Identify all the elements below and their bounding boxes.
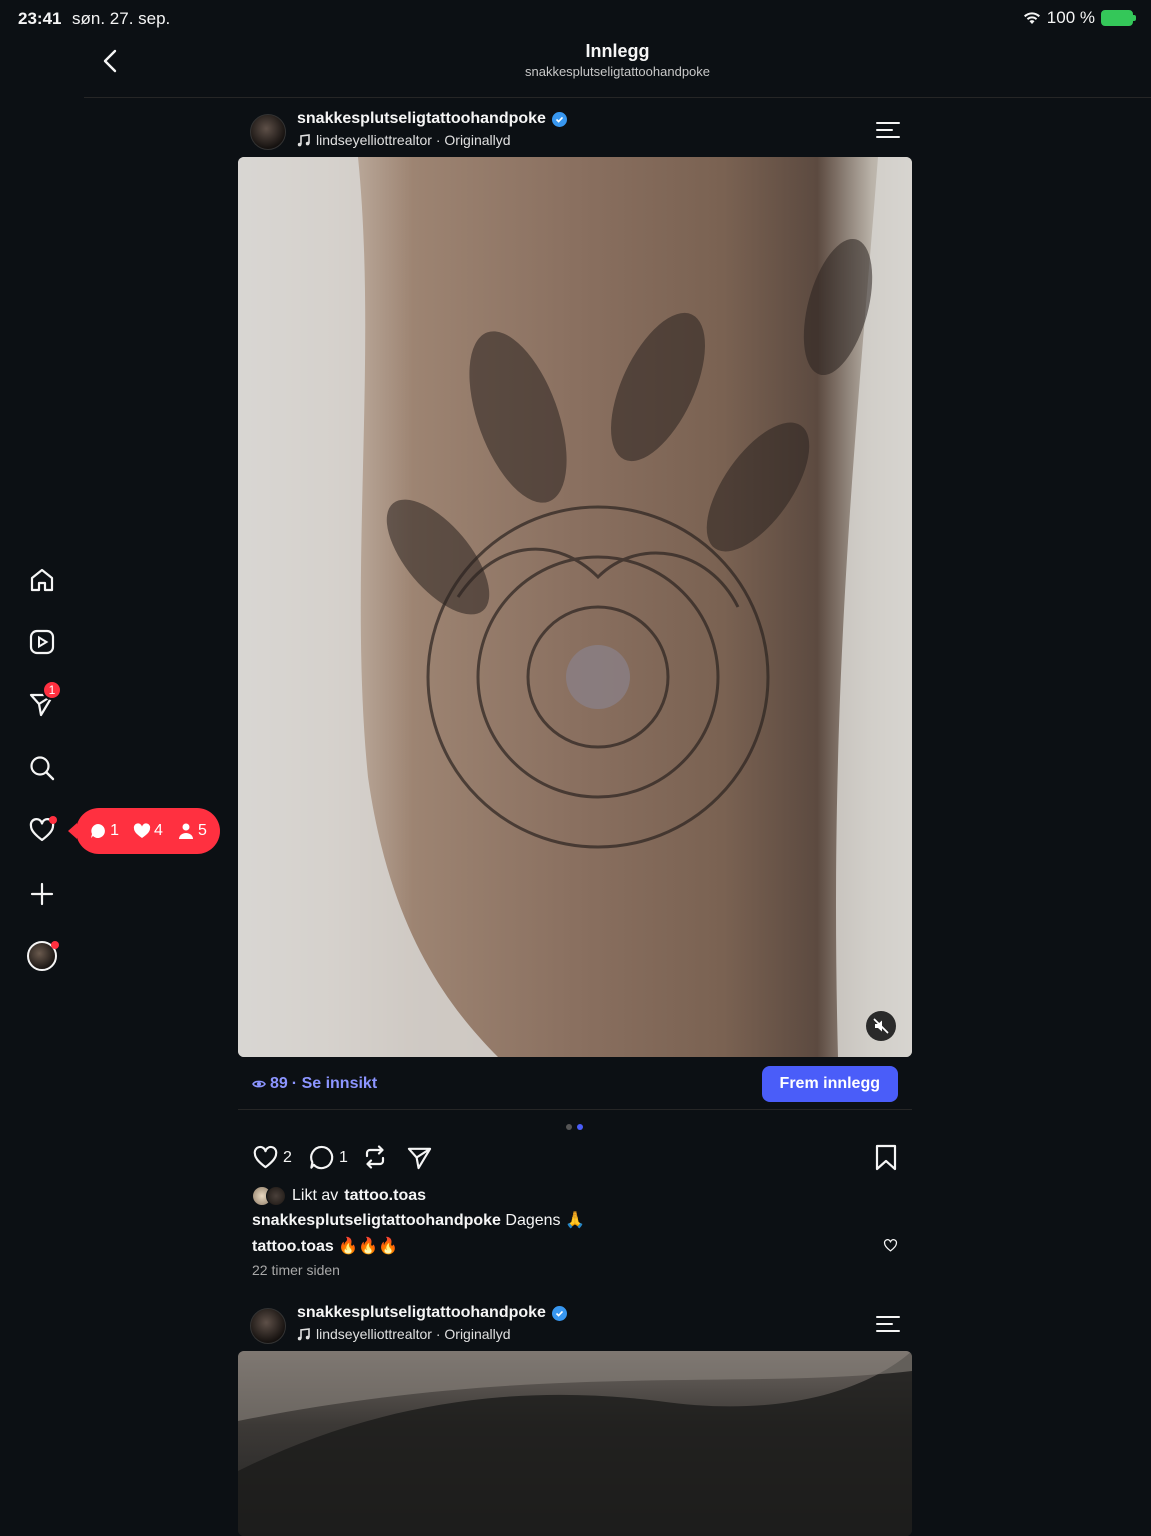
post-actions: 2 1	[238, 1140, 912, 1176]
activity-notification-pill[interactable]: 1 4 5	[68, 808, 220, 854]
post-audio[interactable]: lindseyelliottrealtor · Originallyd	[297, 1326, 511, 1342]
profile-avatar[interactable]	[22, 936, 62, 976]
verified-icon	[551, 111, 567, 127]
post-caption: snakkesplutseligtattoohandpoke Dagens 🙏	[252, 1210, 585, 1230]
comment-button[interactable]: 1	[308, 1144, 348, 1171]
status-date: søn. 27. sep.	[72, 9, 171, 28]
page-subtitle: snakkesplutseligtattoohandpoke	[524, 64, 711, 79]
music-note-icon	[297, 1327, 310, 1340]
post-media[interactable]	[238, 157, 912, 1057]
verified-icon	[551, 1305, 567, 1321]
person-icon	[178, 823, 193, 839]
post-username[interactable]: snakkesplutseligtattoohandpoke	[297, 1304, 567, 1322]
heart-icon	[253, 1145, 278, 1169]
comments-count: 1	[89, 822, 119, 840]
insights-label: · Se innsikt	[291, 1075, 378, 1092]
likes-count: 4	[133, 822, 163, 840]
home-icon[interactable]	[22, 560, 62, 600]
save-button[interactable]	[874, 1144, 898, 1176]
comment-user[interactable]: tattoo.toas	[252, 1238, 334, 1255]
carousel-dots	[566, 1124, 583, 1130]
direct-badge: 1	[42, 680, 62, 700]
top-bar: Innlegg snakkesplutseligtattoohandpoke	[84, 36, 1151, 98]
reels-icon[interactable]	[22, 622, 62, 662]
repost-icon	[365, 1145, 385, 1169]
caption-user[interactable]: snakkesplutseligtattoohandpoke	[252, 1212, 501, 1229]
share-button[interactable]	[406, 1144, 433, 1171]
sidebar: 1	[0, 36, 84, 1536]
carousel-dot-active	[577, 1124, 583, 1130]
profile-dot	[51, 941, 59, 949]
notification-dot	[49, 816, 57, 824]
menu-icon[interactable]	[876, 120, 900, 140]
share-icon	[407, 1147, 432, 1170]
followers-count: 5	[177, 822, 207, 840]
battery-icon	[1101, 10, 1136, 26]
post-header: snakkesplutseligtattoohandpoke lindseyel…	[238, 1300, 912, 1352]
like-button[interactable]: 2	[252, 1144, 292, 1171]
post-username[interactable]: snakkesplutseligtattoohandpoke	[297, 110, 567, 128]
liked-by[interactable]: Likt av tattoo.toas	[252, 1186, 426, 1206]
muted-icon[interactable]	[866, 1011, 896, 1041]
battery-percent: 100 %	[1046, 8, 1095, 27]
comment-bubble-icon	[91, 824, 106, 838]
comment-row: tattoo.toas 🔥🔥🔥	[252, 1236, 898, 1256]
post-image	[238, 1351, 912, 1536]
insights-row: 89 · Se innsikt Frem innlegg	[238, 1064, 912, 1110]
post-timestamp: 22 timer siden	[252, 1262, 340, 1278]
post-media[interactable]	[238, 1351, 912, 1536]
comment-text: 🔥🔥🔥	[338, 1238, 398, 1255]
comment-icon	[310, 1145, 334, 1170]
avatar[interactable]	[250, 1308, 286, 1344]
wifi-icon	[1023, 12, 1040, 24]
liked-by-user[interactable]: tattoo.toas	[344, 1187, 426, 1205]
see-insights-link[interactable]: 89 · Se innsikt	[252, 1075, 377, 1093]
status-right: 100 %	[1023, 8, 1136, 28]
like-count: 2	[283, 1148, 292, 1166]
post-audio[interactable]: lindseyelliottrealtor · Originallyd	[297, 132, 511, 148]
caption-text: Dagens 🙏	[505, 1212, 585, 1229]
direct-icon[interactable]: 1	[22, 680, 62, 724]
status-bar: 23:41 søn. 27. sep. 100 %	[0, 0, 1151, 36]
bookmark-icon	[875, 1144, 897, 1171]
search-icon[interactable]	[22, 748, 62, 788]
eye-icon	[252, 1080, 266, 1088]
status-time: 23:41	[18, 9, 62, 28]
music-note-icon	[297, 133, 310, 146]
comment-count: 1	[339, 1148, 348, 1166]
heart-filled-icon	[133, 823, 151, 838]
liked-by-prefix: Likt av	[292, 1187, 339, 1204]
repost-button[interactable]	[362, 1144, 388, 1170]
carousel-dot	[566, 1124, 572, 1130]
avatar	[266, 1186, 286, 1206]
heart-icon[interactable]	[22, 810, 62, 850]
tattoo-image	[238, 157, 912, 1057]
avatar[interactable]	[250, 114, 286, 150]
liked-by-avatars	[252, 1186, 286, 1206]
boost-post-button[interactable]: Frem innlegg	[761, 1066, 898, 1102]
view-count: 89	[270, 1075, 288, 1092]
create-icon[interactable]	[22, 874, 62, 914]
menu-icon[interactable]	[876, 1314, 900, 1334]
post-header: snakkesplutseligtattoohandpoke lindseyel…	[238, 106, 912, 158]
comment-like-icon[interactable]	[883, 1238, 898, 1253]
page-title: Innlegg	[585, 41, 650, 61]
